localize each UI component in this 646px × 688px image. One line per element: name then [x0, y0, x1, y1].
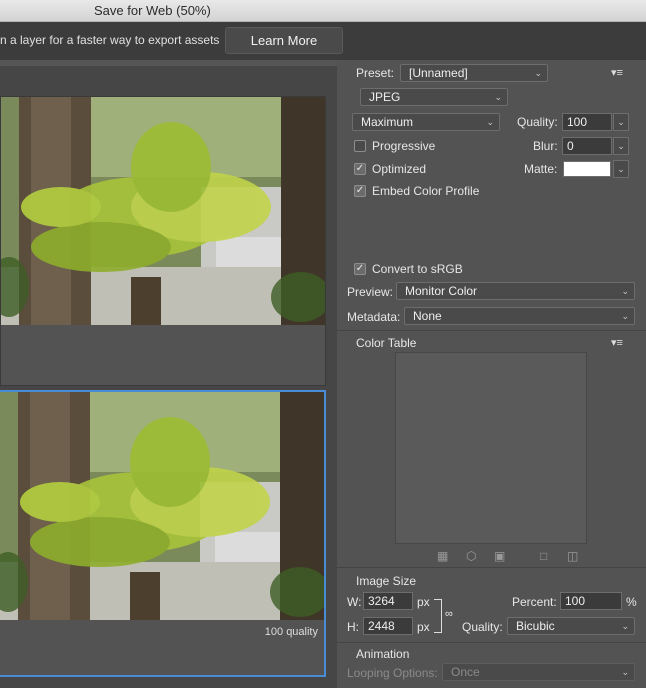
metadata-value: None	[413, 309, 442, 323]
resample-quality-label: Quality:	[462, 620, 503, 634]
link-icon[interactable]: ∞	[445, 608, 453, 620]
matte-label: Matte:	[524, 162, 558, 176]
optimized-preview-pane[interactable]: 100 quality	[0, 390, 326, 677]
animation-title: Animation	[356, 647, 410, 661]
chevron-down-icon: ⌄	[534, 68, 542, 78]
resample-quality-value: Bicubic	[516, 619, 555, 633]
looping-select[interactable]: Once ⌄	[442, 663, 635, 681]
embed-profile-label: Embed Color Profile	[372, 184, 480, 198]
preset-value: [Unnamed]	[409, 66, 468, 80]
metadata-label: Metadata:	[347, 310, 401, 324]
original-preview-pane[interactable]	[0, 96, 326, 386]
link-bracket	[434, 599, 442, 633]
matte-swatch[interactable]	[563, 161, 611, 177]
window-title: Save for Web (50%)	[94, 3, 211, 18]
percent-label: Percent:	[512, 595, 557, 609]
new-color-icon[interactable]: □	[540, 549, 547, 563]
image-size-title: Image Size	[356, 574, 417, 588]
convert-srgb-label: Convert to sRGB	[372, 262, 463, 276]
preset-menu-icon[interactable]: ▾≡	[611, 66, 623, 79]
preview-tabs-strip	[0, 60, 337, 66]
chevron-down-icon: ⌄	[486, 117, 494, 127]
banner-message: n a layer for a faster way to export ass…	[0, 33, 220, 47]
quality-dropdown[interactable]: ⌄	[613, 113, 629, 131]
resample-quality-select[interactable]: Bicubic ⌄	[507, 617, 635, 635]
web-snap-icon[interactable]: ▦	[437, 549, 448, 563]
percent-unit: %	[626, 595, 637, 609]
export-banner: n a layer for a faster way to export ass…	[0, 22, 646, 60]
optimized-checkbox[interactable]: ✓	[354, 163, 366, 175]
width-input[interactable]: 3264	[363, 592, 413, 610]
progressive-label: Progressive	[372, 139, 436, 153]
height-input[interactable]: 2448	[363, 617, 413, 635]
divider	[337, 567, 646, 568]
divider	[337, 642, 646, 643]
width-label: W:	[347, 595, 362, 609]
preview-value: Monitor Color	[405, 284, 478, 298]
title-bar: Save for Web (50%)	[0, 0, 646, 22]
looping-label: Looping Options:	[347, 666, 438, 680]
trash-icon[interactable]: ◫	[567, 549, 578, 563]
preview-label: Preview:	[347, 285, 394, 299]
optimized-image	[0, 392, 324, 620]
cube-icon[interactable]: ⬡	[466, 549, 476, 563]
chevron-down-icon: ⌄	[621, 286, 629, 296]
color-table-title: Color Table	[356, 336, 417, 350]
color-table-menu-icon[interactable]: ▾≡	[611, 336, 623, 349]
width-unit: px	[417, 595, 430, 609]
color-table[interactable]	[395, 352, 587, 544]
progressive-checkbox[interactable]	[354, 140, 366, 152]
lock-icon[interactable]: ▣	[494, 549, 505, 563]
quality-label: Quality:	[517, 115, 558, 129]
embed-profile-checkbox[interactable]: ✓	[354, 185, 366, 197]
compression-select[interactable]: Maximum ⌄	[352, 113, 500, 131]
height-label: H:	[347, 620, 359, 634]
chevron-down-icon: ⌄	[494, 92, 502, 102]
preset-label: Preset:	[356, 66, 395, 80]
blur-label: Blur:	[533, 139, 558, 153]
format-select[interactable]: JPEG ⌄	[360, 88, 508, 106]
blur-dropdown[interactable]: ⌄	[613, 137, 629, 155]
percent-input[interactable]: 100	[560, 592, 622, 610]
quality-input[interactable]: 100	[562, 113, 612, 131]
blur-input[interactable]: 0	[562, 137, 612, 155]
chevron-down-icon: ⌄	[621, 311, 629, 321]
chevron-down-icon: ⌄	[621, 667, 629, 677]
convert-srgb-checkbox[interactable]: ✓	[354, 263, 366, 275]
original-image	[1, 97, 325, 325]
preview-area: 100 quality	[0, 60, 337, 688]
chevron-down-icon: ⌄	[621, 621, 629, 631]
divider	[337, 330, 646, 331]
matte-dropdown[interactable]: ⌄	[613, 160, 629, 178]
compression-value: Maximum	[361, 115, 414, 129]
settings-panel: Preset: [Unnamed] ⌄ ▾≡ JPEG ⌄ Maximum ⌄ …	[337, 60, 646, 688]
learn-more-button[interactable]: Learn More	[225, 27, 343, 54]
preset-select[interactable]: [Unnamed] ⌄	[400, 64, 548, 82]
looping-value: Once	[451, 665, 480, 679]
optimized-label: Optimized	[372, 162, 427, 176]
preview-select[interactable]: Monitor Color ⌄	[396, 282, 635, 300]
optimized-info: 100 quality	[264, 626, 318, 638]
format-value: JPEG	[369, 90, 401, 104]
metadata-select[interactable]: None ⌄	[404, 307, 635, 325]
height-unit: px	[417, 620, 430, 634]
